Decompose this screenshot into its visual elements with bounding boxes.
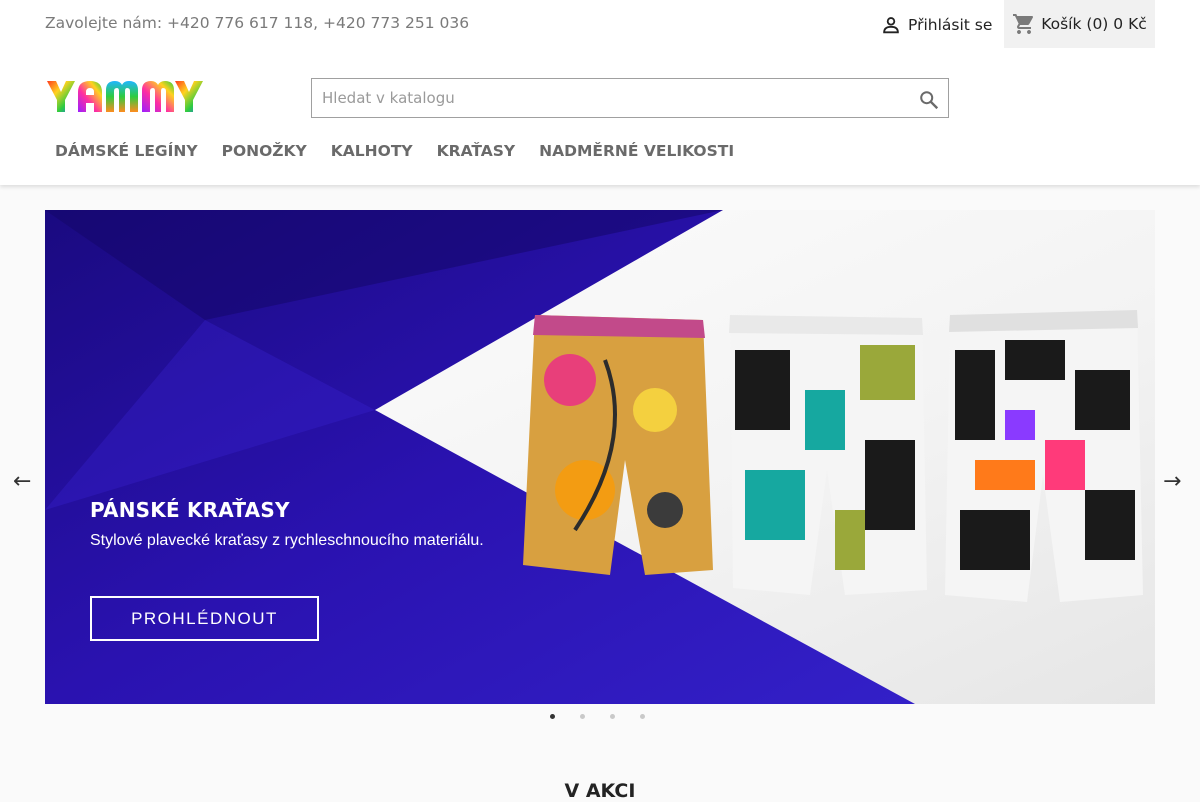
menu-item-kalhoty[interactable]: KALHOTY xyxy=(321,142,423,160)
search-box xyxy=(311,78,949,118)
hero-slider[interactable]: PÁNSKÉ KRAŤASY Stylové plavecké kraťasy … xyxy=(45,210,1155,704)
signin-link[interactable]: Přihlásit se xyxy=(880,12,992,38)
menu-item-kratasy[interactable]: KRAŤASY xyxy=(427,142,526,160)
slider-dot-1[interactable] xyxy=(550,714,555,719)
cart-label: Košík (0) 0 Kč xyxy=(1041,15,1147,33)
section-title-on-sale: V AKCI xyxy=(564,780,636,802)
cart-icon xyxy=(1013,14,1034,34)
slider-prev-arrow[interactable]: ← xyxy=(13,469,31,495)
search-input[interactable] xyxy=(312,79,912,117)
signin-label: Přihlásit se xyxy=(908,16,993,34)
slide-description: Stylové plavecké kraťasy z rychleschnouc… xyxy=(90,532,484,549)
main-menu: DÁMSKÉ LEGÍNY PONOŽKY KALHOTY KRAŤASY NA… xyxy=(45,142,748,160)
cart-button[interactable]: Košík (0) 0 Kč xyxy=(1004,0,1155,48)
menu-item-ponozky[interactable]: PONOŽKY xyxy=(212,142,317,160)
slide-title: PÁNSKÉ KRAŤASY xyxy=(90,498,290,522)
contact-phone: Zavolejte nám: +420 776 617 118, +420 77… xyxy=(45,14,470,32)
site-logo[interactable] xyxy=(45,78,205,120)
user-icon xyxy=(883,17,899,34)
logo-graphic xyxy=(47,81,203,112)
search-icon xyxy=(920,91,939,110)
slider-next-arrow[interactable]: → xyxy=(1163,469,1181,495)
site-header: Zavolejte nám: +420 776 617 118, +420 77… xyxy=(0,0,1200,185)
slide-caption: PÁNSKÉ KRAŤASY Stylové plavecké kraťasy … xyxy=(90,498,484,550)
menu-item-nadmerne-velikosti[interactable]: NADMĚRNÉ VELIKOSTI xyxy=(529,142,744,160)
view-button[interactable]: PROHLÉDNOUT xyxy=(90,596,319,641)
slider-pagination xyxy=(550,714,670,719)
slider-dot-4[interactable] xyxy=(640,714,645,719)
search-button[interactable] xyxy=(918,89,940,115)
slider-dot-3[interactable] xyxy=(610,714,615,719)
slider-dot-2[interactable] xyxy=(580,714,585,719)
menu-item-damske-leginy[interactable]: DÁMSKÉ LEGÍNY xyxy=(45,142,208,160)
